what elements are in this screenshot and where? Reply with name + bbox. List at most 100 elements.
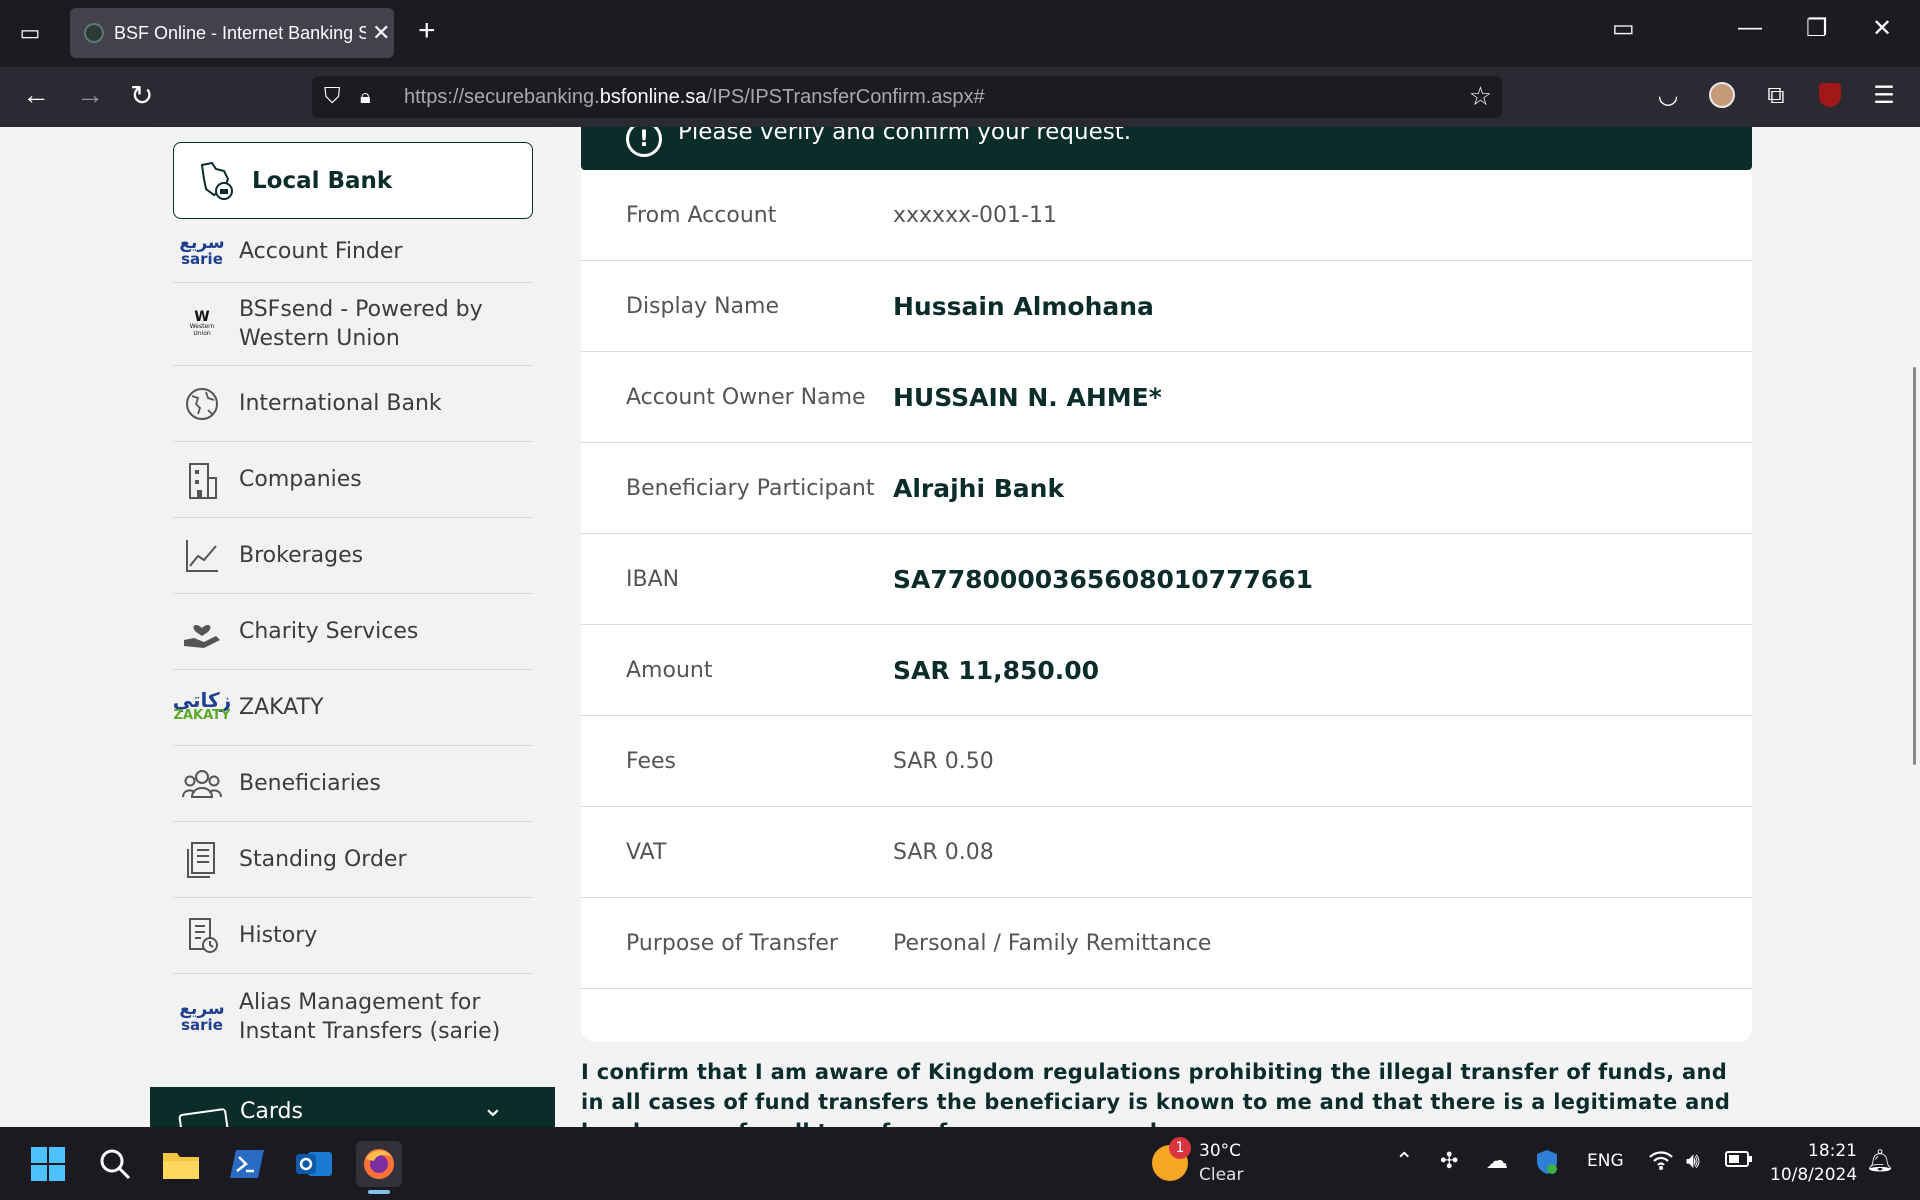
- sidebar-item-label: Companies: [239, 467, 362, 492]
- close-window-icon[interactable]: ✕: [1872, 14, 1892, 43]
- pocket-icon[interactable]: ◡: [1653, 80, 1683, 110]
- row-value: SAR 0.50: [893, 748, 994, 774]
- url-text[interactable]: https://securebanking.bsfonline.sa/IPS/I…: [404, 86, 985, 109]
- tab-close-icon[interactable]: ✕: [372, 21, 390, 46]
- sidebar-item-zakaty[interactable]: زكاتي ZAKATY ZAKATY: [173, 670, 533, 746]
- search-icon[interactable]: [92, 1141, 138, 1187]
- sidebar-item-alias-management[interactable]: سريع sarie Alias Management for Instant …: [173, 974, 533, 1059]
- row-value: Personal / Family Remittance: [893, 930, 1212, 956]
- sarie-logo-ar: سريع: [179, 233, 225, 253]
- row-label: Fees: [626, 748, 676, 774]
- browser-window-icon[interactable]: ▭: [1612, 14, 1635, 43]
- sidebar-item-bsfsend[interactable]: W Western Union BSFsend - Powered by Wes…: [173, 283, 533, 366]
- page-scrollbar[interactable]: [1913, 367, 1916, 765]
- new-tab-icon[interactable]: +: [418, 14, 436, 48]
- chevron-up-icon[interactable]: ⌃: [1395, 1149, 1413, 1174]
- browser-nav-bar: ← → ↻ ⛉ 🔒︎ https://securebanking.bsfonli…: [0, 67, 1920, 127]
- extensions-icon[interactable]: ⧉: [1761, 80, 1791, 110]
- windows-start-icon[interactable]: [25, 1141, 71, 1187]
- notification-bell-icon[interactable]: 🔔︎: [1866, 1149, 1894, 1174]
- sidebar-item-standing-order[interactable]: Standing Order: [173, 822, 533, 898]
- sarie-logo-en: sarie: [181, 1015, 223, 1034]
- battery-icon[interactable]: [1725, 1149, 1753, 1174]
- security-shield-icon[interactable]: [1535, 1149, 1559, 1181]
- clock-date[interactable]: 10/8/2024: [1770, 1165, 1857, 1185]
- sarie-logo-ar: سريع: [179, 998, 225, 1019]
- row-value: Hussain Almohana: [893, 291, 1154, 321]
- minimize-icon[interactable]: —: [1738, 14, 1762, 42]
- sidebar-item-history[interactable]: History: [173, 898, 533, 974]
- back-icon[interactable]: ←: [22, 79, 50, 111]
- detail-row-account-owner: Account Owner Name HUSSAIN N. AHME*: [581, 352, 1752, 443]
- confirmation-statement: I confirm that I am aware of Kingdom reg…: [581, 1060, 1731, 1127]
- active-app-indicator: [368, 1190, 390, 1194]
- onedrive-cloud-icon[interactable]: ☁: [1486, 1149, 1508, 1174]
- sidebar-item-label: Brokerages: [239, 543, 364, 568]
- forward-icon[interactable]: →: [76, 79, 104, 111]
- url-domain: bsfonline.sa: [599, 86, 707, 108]
- row-value: SAR 11,850.00: [893, 655, 1100, 685]
- sidebar-item-charity-services[interactable]: Charity Services: [173, 594, 533, 670]
- tracking-shield-icon[interactable]: ⛉: [324, 84, 341, 109]
- row-label: Beneficiary Participant: [626, 475, 875, 501]
- clock-time[interactable]: 18:21: [1808, 1141, 1857, 1161]
- row-value: SAR 0.08: [893, 839, 994, 865]
- zakaty-logo-en: ZAKATY: [173, 707, 231, 723]
- sidebar-item-label: Alias Management for Instant Transfers (…: [239, 989, 501, 1044]
- sidebar-item-label: Cards: [240, 1099, 303, 1124]
- firefox-icon[interactable]: [356, 1141, 402, 1187]
- chevron-down-icon[interactable]: ⌄: [482, 1093, 504, 1123]
- pinwheel-icon[interactable]: ✣: [1440, 1149, 1458, 1174]
- sidebar-item-beneficiaries[interactable]: Beneficiaries: [173, 746, 533, 822]
- outlook-icon[interactable]: [291, 1141, 337, 1187]
- row-label: Purpose of Transfer: [626, 930, 838, 956]
- menu-icon[interactable]: ☰: [1869, 80, 1899, 110]
- sidebar-item-label: International Bank: [239, 391, 442, 416]
- ublock-icon[interactable]: [1815, 80, 1845, 110]
- charity-hand-icon: [173, 609, 231, 655]
- people-icon: [173, 761, 231, 807]
- weather-temperature[interactable]: 30°C: [1199, 1141, 1241, 1161]
- volume-icon[interactable]: 🔊︎: [1686, 1149, 1700, 1174]
- sidebar-item-label: ZAKATY: [239, 695, 324, 720]
- row-label: From Account: [626, 202, 777, 228]
- site-favicon-icon: [84, 23, 104, 43]
- row-label: VAT: [626, 839, 667, 865]
- account-avatar[interactable]: [1707, 80, 1737, 110]
- zakaty-logo-ar: زكاتي: [172, 687, 232, 712]
- sidebar-item-brokerages[interactable]: Brokerages: [173, 518, 533, 594]
- detail-row-from-account: From Account xxxxxx-001-11: [581, 170, 1752, 261]
- zakaty-logo-icon: زكاتي ZAKATY: [173, 685, 231, 731]
- wifi-icon[interactable]: [1648, 1149, 1674, 1177]
- history-icon: [173, 913, 231, 959]
- restore-icon[interactable]: ❐: [1806, 14, 1828, 43]
- file-explorer-icon[interactable]: [158, 1141, 204, 1187]
- detail-row-display-name: Display Name Hussain Almohana: [581, 261, 1752, 352]
- sidebar-item-account-finder[interactable]: سريع sarie Account Finder: [173, 220, 533, 283]
- saudi-map-bank-icon: [200, 161, 233, 200]
- sarie-logo-icon: سريع sarie: [173, 228, 231, 274]
- lock-icon[interactable]: 🔒︎: [360, 84, 371, 108]
- sidebar-item-international-bank[interactable]: International Bank: [173, 366, 533, 442]
- sidebar-item-companies[interactable]: Companies: [173, 442, 533, 518]
- sidebar-item-label: Beneficiaries: [239, 771, 381, 796]
- tab-overview-icon[interactable]: ▭: [12, 17, 48, 49]
- detail-row-iban: IBAN SA7780000365608010777661: [581, 534, 1752, 625]
- reload-icon[interactable]: ↻: [130, 79, 153, 112]
- language-indicator[interactable]: ENG: [1587, 1151, 1624, 1171]
- sidebar-item-label: Local Bank: [252, 167, 393, 194]
- sidebar-item-local-bank[interactable]: Local Bank: [173, 142, 533, 219]
- browser-tab-bar: ▭ BSF Online - Internet Banking S ✕ + ▭ …: [0, 0, 1920, 67]
- row-label: Amount: [626, 657, 713, 683]
- bookmark-star-icon[interactable]: ☆: [1469, 82, 1492, 112]
- wu-logo-text: Western Union: [189, 322, 215, 337]
- weather-condition[interactable]: Clear: [1199, 1165, 1243, 1185]
- browser-tab-active[interactable]: BSF Online - Internet Banking S ✕: [70, 8, 394, 58]
- wu-logo-w: W: [194, 308, 210, 325]
- sarie-logo-icon: سريع sarie: [173, 994, 231, 1040]
- verify-banner: ! Please verify and confirm your request…: [581, 127, 1752, 170]
- sidebar-item-cards[interactable]: Cards ⌄: [150, 1087, 555, 1127]
- card-icon: [178, 1107, 230, 1127]
- powershell-icon[interactable]: [224, 1141, 270, 1187]
- url-bar[interactable]: ⛉ 🔒︎ https://securebanking.bsfonline.sa/…: [312, 76, 1502, 118]
